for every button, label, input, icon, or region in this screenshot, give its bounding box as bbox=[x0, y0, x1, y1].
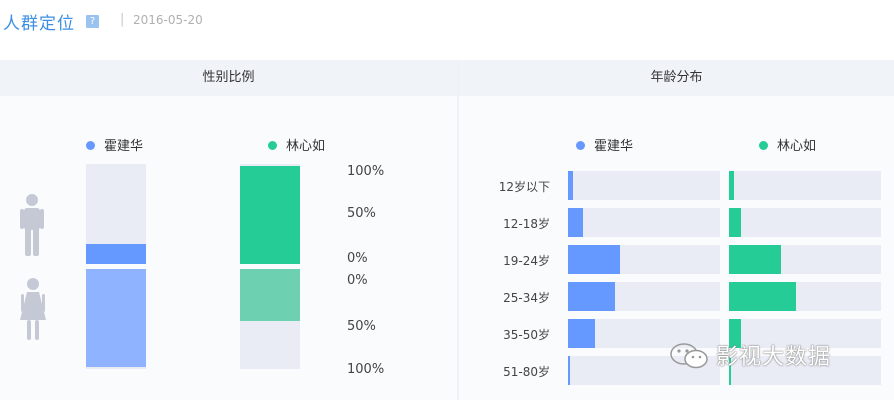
age-bar-fill bbox=[729, 171, 734, 200]
female-bar-huo bbox=[86, 269, 146, 369]
legend-item-lin: 林心如 bbox=[759, 135, 816, 154]
pct-label-top-50: 50% bbox=[347, 206, 376, 221]
female-figure-icon bbox=[20, 278, 46, 340]
female-bar-lin bbox=[240, 269, 300, 369]
header-separator: | bbox=[120, 12, 125, 27]
age-bar-track bbox=[729, 282, 881, 311]
age-bar-fill bbox=[568, 171, 573, 200]
age-bar-fill bbox=[568, 319, 595, 348]
age-group-label: 25-34岁 bbox=[503, 291, 550, 305]
pct-label-top-100: 100% bbox=[347, 164, 385, 179]
legend-dot bbox=[86, 141, 95, 150]
female-bar-fill bbox=[240, 269, 300, 321]
age-bar-fill bbox=[568, 356, 570, 385]
gender-panel-title: 性别比例 bbox=[0, 60, 457, 96]
legend-dot bbox=[759, 141, 768, 150]
age-bar-fill bbox=[568, 282, 615, 311]
legend-dot bbox=[576, 141, 585, 150]
age-bar-fill bbox=[568, 208, 583, 237]
gender-panel: 性别比例 霍建华 林心如 100% 50% 0% 0% 50% 100% bbox=[0, 60, 457, 400]
legend-label: 霍建华 bbox=[594, 139, 634, 154]
age-group-label: 35-50岁 bbox=[503, 328, 550, 342]
pct-label-top-0: 0% bbox=[347, 251, 368, 266]
pct-label-bottom-50: 50% bbox=[347, 319, 376, 334]
pct-label-bottom-0: 0% bbox=[347, 273, 368, 288]
age-group-label: 12-18岁 bbox=[503, 217, 550, 231]
legend-item-lin: 林心如 bbox=[268, 135, 325, 154]
page-title: 人群定位 bbox=[3, 14, 75, 34]
age-bar-fill bbox=[568, 245, 620, 274]
date-label: 2016-05-20 bbox=[133, 13, 203, 27]
age-bar-fill bbox=[729, 208, 741, 237]
age-group-label: 19-24岁 bbox=[503, 254, 550, 268]
male-bar-lin bbox=[240, 164, 300, 264]
age-bar-track bbox=[729, 245, 881, 274]
header: 人群定位 ? | 2016-05-20 bbox=[0, 0, 894, 44]
age-bar-track bbox=[568, 282, 720, 311]
help-icon[interactable]: ? bbox=[86, 15, 99, 28]
male-bar-fill bbox=[86, 244, 146, 264]
female-bar-fill bbox=[86, 269, 146, 367]
legend-label: 林心如 bbox=[777, 139, 817, 154]
age-bar-track bbox=[568, 171, 720, 200]
male-bar-huo bbox=[86, 164, 146, 264]
age-group-label: 51-80岁 bbox=[503, 365, 550, 379]
age-bar-fill bbox=[729, 245, 781, 274]
pct-label-bottom-100: 100% bbox=[347, 362, 385, 377]
watermark-text: 影视大数据 bbox=[716, 345, 832, 370]
legend-item-huo: 霍建华 bbox=[86, 135, 143, 154]
wechat-logo-icon bbox=[670, 343, 708, 369]
male-figure-icon bbox=[20, 194, 44, 256]
legend-dot bbox=[268, 141, 277, 150]
age-panel-title: 年龄分布 bbox=[459, 60, 894, 96]
age-bar-track bbox=[568, 208, 720, 237]
age-bar-track bbox=[568, 245, 720, 274]
age-bar-track bbox=[729, 208, 881, 237]
legend-label: 林心如 bbox=[286, 139, 326, 154]
legend-item-huo: 霍建华 bbox=[576, 135, 633, 154]
age-group-label: 12岁以下 bbox=[498, 180, 550, 194]
age-bar-track bbox=[729, 171, 881, 200]
male-bar-fill bbox=[240, 166, 300, 264]
legend-label: 霍建华 bbox=[104, 139, 144, 154]
age-bar-fill bbox=[729, 282, 796, 311]
